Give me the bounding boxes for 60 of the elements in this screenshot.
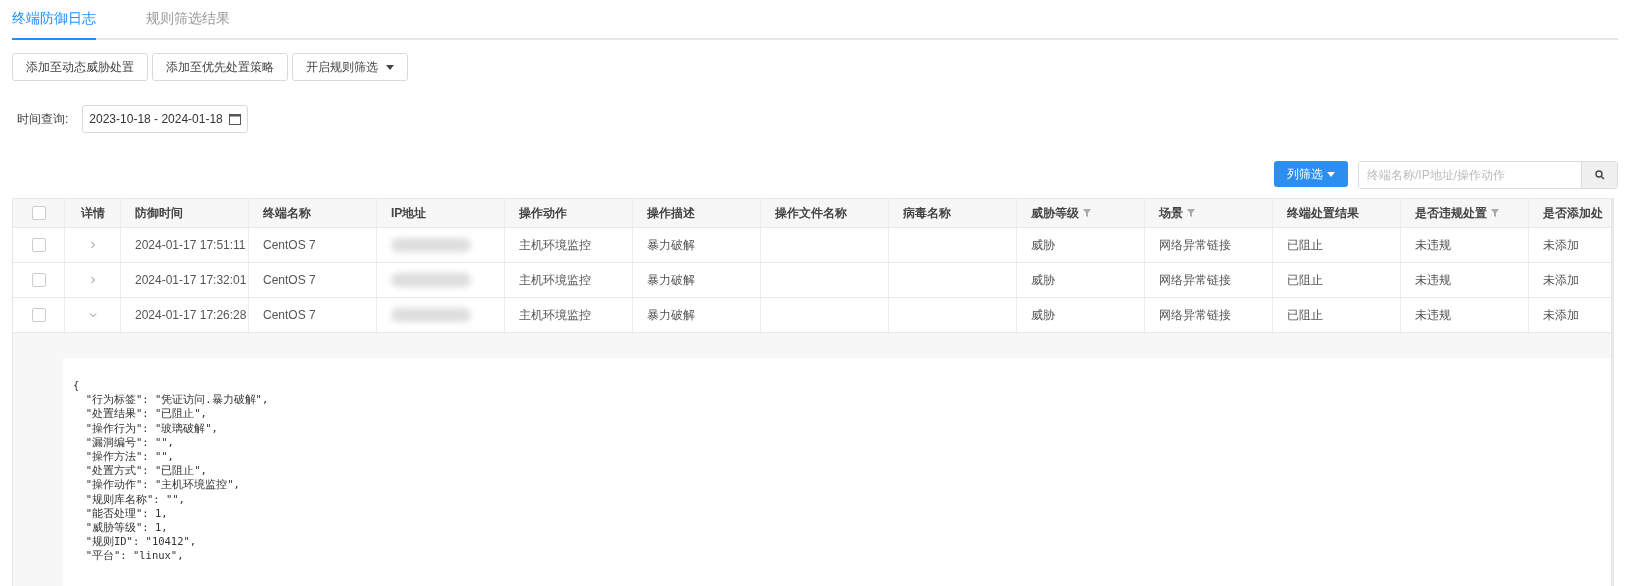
- row-checkbox[interactable]: [31, 238, 46, 252]
- column-header: 操作动作: [519, 204, 567, 222]
- table-cell: 暴力破解: [647, 271, 695, 289]
- column-header: 终端名称: [263, 204, 311, 222]
- column-header: 操作文件名称: [775, 204, 847, 222]
- column-header: IP地址: [391, 204, 427, 222]
- column-header: 终端处置结果: [1287, 204, 1359, 222]
- column-header: 病毒名称: [903, 204, 951, 222]
- table-cell: 未违规: [1415, 236, 1451, 254]
- table-cell: 2024-01-17 17:26:28: [135, 308, 247, 322]
- search-icon: [1594, 170, 1605, 180]
- table-cell: CentOS 7: [263, 238, 316, 252]
- table-cell: 未违规: [1415, 306, 1451, 324]
- action-button[interactable]: 添加至优先处置策略: [152, 53, 288, 81]
- table-cell: 暴力破解: [647, 306, 695, 324]
- json-detail-text: { "行为标签": "凭证访问.暴力破解", "处置结果": "已阻止", "操作行为": "玻璃破解", "漏洞编号": "", "操作方法": "", "处置方式": "已阻止", "操作动作": "主机环境监控", "规则库名称": "", "能否处理": 1, "威胁等级": 1, "规则ID": "10412", "平台": "linux",: [63, 358, 1611, 586]
- row-checkbox[interactable]: [31, 273, 46, 287]
- table-cell: 网络异常链接: [1159, 306, 1231, 324]
- field-label: 时间查询:: [17, 110, 69, 128]
- chevron-down-icon[interactable]: [87, 310, 98, 320]
- search-button[interactable]: [1581, 162, 1617, 188]
- table-cell: 网络异常链接: [1159, 236, 1231, 254]
- table-cell: 2024-01-17 17:51:11: [135, 238, 246, 252]
- table-cell: CentOS 7: [263, 273, 316, 287]
- table-cell: 已阻止: [1287, 306, 1323, 324]
- column-header: 威胁等级: [1031, 204, 1079, 222]
- select-all-checkbox[interactable]: [31, 206, 46, 220]
- calendar-icon[interactable]: [229, 113, 242, 125]
- column-header: 操作描述: [647, 204, 695, 222]
- column-header: 场景: [1159, 204, 1183, 222]
- row-checkbox[interactable]: [31, 308, 46, 322]
- table-cell: 未添加: [1543, 271, 1579, 289]
- caret-icon: [1327, 171, 1335, 177]
- filter-icon[interactable]: [1082, 208, 1092, 218]
- table-cell: 未添加: [1543, 306, 1579, 324]
- column-header: 是否添加处: [1543, 204, 1603, 222]
- date-range-field[interactable]: 2023-10-18 - 2024-01-18: [82, 105, 249, 133]
- table-cell: 暴力破解: [647, 236, 695, 254]
- table-cell: 主机环境监控: [519, 271, 591, 289]
- table-cell: 已阻止: [1287, 271, 1323, 289]
- filter-icon[interactable]: [1186, 208, 1196, 218]
- table-cell: 威胁: [1031, 271, 1055, 289]
- column-header: 详情: [80, 204, 105, 222]
- table-cell: CentOS 7: [263, 308, 316, 322]
- dropdown-button[interactable]: 开启规则筛选: [292, 53, 408, 81]
- column-header: 防御时间: [135, 204, 183, 222]
- table-cell: 已阻止: [1287, 236, 1323, 254]
- caret-icon: [386, 64, 394, 70]
- action-button[interactable]: 添加至动态威胁处置: [12, 53, 148, 81]
- table-cell: 主机环境监控: [519, 236, 591, 254]
- table-cell: 网络异常链接: [1159, 271, 1231, 289]
- search-field[interactable]: 终端名称/IP地址/操作动作: [1358, 161, 1618, 189]
- column-header: 是否违规处置: [1415, 204, 1487, 222]
- table-cell: 主机环境监控: [519, 306, 591, 324]
- table-cell: 未违规: [1415, 271, 1451, 289]
- table-cell: 2024-01-17 17:32:01: [135, 273, 247, 287]
- filter-icon[interactable]: [1490, 208, 1500, 218]
- table-cell: 未添加: [1543, 236, 1579, 254]
- table-cell: 威胁: [1031, 306, 1055, 324]
- table-cell: 威胁: [1031, 236, 1055, 254]
